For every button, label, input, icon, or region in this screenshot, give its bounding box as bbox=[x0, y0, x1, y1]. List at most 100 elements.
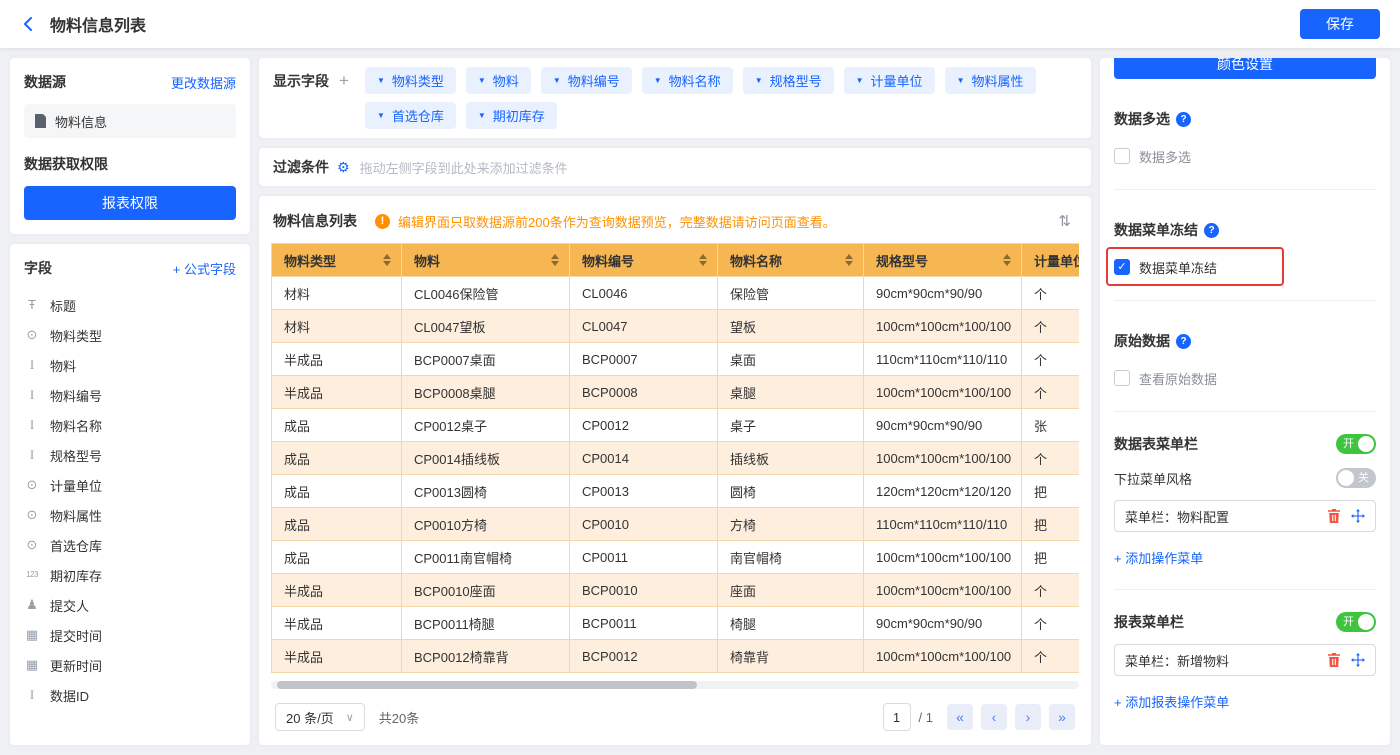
add-action-menu-link[interactable]: + 添加操作菜单 bbox=[1114, 548, 1203, 567]
color-settings-button[interactable]: 颜色设置 bbox=[1114, 58, 1376, 79]
column-header[interactable]: 物料 bbox=[401, 243, 570, 277]
add-formula-field-link[interactable]: + 公式字段 bbox=[173, 259, 236, 278]
field-item[interactable]: ▦ 更新时间 bbox=[24, 650, 236, 680]
sort-carets-icon[interactable] bbox=[1003, 254, 1011, 266]
datasource-item[interactable]: 物料信息 bbox=[24, 104, 236, 138]
select-field-icon: ⊙ bbox=[26, 537, 38, 552]
cell-material: CP0010方椅 bbox=[401, 507, 570, 541]
column-header[interactable]: 物料类型 bbox=[271, 243, 402, 277]
display-field-chip[interactable]: ▼ 计量单位 bbox=[843, 67, 935, 94]
table-row[interactable]: 半成品 BCP0007桌面 BCP0007 桌面 110cm*110cm*110… bbox=[271, 342, 1079, 376]
filter-dropzone-placeholder[interactable]: 拖动左侧字段到此处来添加过滤条件 bbox=[360, 158, 568, 177]
column-header[interactable]: 物料名称 bbox=[717, 243, 864, 277]
cell-unit: 把 bbox=[1021, 540, 1079, 574]
date-field-icon: ▦ bbox=[25, 627, 39, 642]
table-row[interactable]: 半成品 BCP0010座面 BCP0010 座面 100cm*100cm*100… bbox=[271, 573, 1079, 607]
field-item-label: 物料属性 bbox=[50, 508, 103, 524]
sort-carets-icon[interactable] bbox=[383, 254, 391, 266]
field-item[interactable]: Ŧ 标题 bbox=[24, 290, 236, 320]
cell-material-type: 半成品 bbox=[271, 375, 402, 409]
checkbox-checked[interactable]: ✓ bbox=[1114, 259, 1130, 275]
dropdown-style-toggle[interactable]: 关 bbox=[1336, 468, 1376, 488]
report-permission-button[interactable]: 报表权限 bbox=[24, 186, 236, 220]
checkbox-unchecked[interactable] bbox=[1114, 148, 1130, 164]
save-button[interactable]: 保存 bbox=[1300, 9, 1380, 39]
toggle-knob bbox=[1338, 470, 1354, 486]
field-item[interactable]: ♟ 提交人 bbox=[24, 590, 236, 620]
field-item[interactable]: ⊙ 计量单位 bbox=[24, 470, 236, 500]
report-menu-item[interactable]: 菜单栏：新增物料 bbox=[1114, 644, 1376, 676]
field-item[interactable]: 123 期初库存 bbox=[24, 560, 236, 590]
help-icon[interactable]: ? bbox=[1176, 111, 1191, 127]
table-row[interactable]: 材料 CL0047望板 CL0047 望板 100cm*100cm*100/10… bbox=[271, 309, 1079, 343]
table-row[interactable]: 半成品 BCP0008桌腿 BCP0008 桌腿 100cm*100cm*100… bbox=[271, 375, 1079, 409]
table-row[interactable]: 成品 CP0012桌子 CP0012 桌子 90cm*90cm*90/90 张 bbox=[271, 408, 1079, 442]
table-row[interactable]: 半成品 BCP0012椅靠背 BCP0012 椅靠背 100cm*100cm*1… bbox=[271, 639, 1079, 673]
display-field-chip[interactable]: ▼ 物料名称 bbox=[641, 67, 733, 94]
table-row[interactable]: 材料 CL0046保险管 CL0046 保险管 90cm*90cm*90/90 … bbox=[271, 276, 1079, 310]
report-menu-toggle[interactable]: 开 bbox=[1336, 612, 1376, 632]
table-row[interactable]: 成品 CP0010方椅 CP0010 方椅 110cm*110cm*110/11… bbox=[271, 507, 1079, 541]
cell-spec-model: 100cm*100cm*100/100 bbox=[863, 309, 1022, 343]
menu-freeze-checkbox[interactable]: ✓ 数据菜单冻结 bbox=[1114, 256, 1376, 278]
add-report-action-menu-link[interactable]: + 添加报表操作菜单 bbox=[1114, 692, 1229, 711]
add-display-field-button[interactable]: + bbox=[339, 71, 349, 91]
scrollbar-thumb[interactable] bbox=[277, 681, 698, 689]
checkbox-unchecked[interactable] bbox=[1114, 370, 1130, 386]
field-item[interactable]: I 物料 bbox=[24, 350, 236, 380]
table-row[interactable]: 成品 CP0011南官帽椅 CP0011 南官帽椅 100cm*100cm*10… bbox=[271, 540, 1079, 574]
sort-carets-icon[interactable] bbox=[699, 254, 707, 266]
back-button[interactable] bbox=[20, 15, 38, 33]
delete-icon[interactable] bbox=[1327, 509, 1341, 523]
field-item[interactable]: ⊙ 物料类型 bbox=[24, 320, 236, 350]
display-field-chip[interactable]: ▼ 首选仓库 bbox=[364, 102, 456, 129]
first-page-button[interactable]: « bbox=[947, 704, 973, 730]
gear-icon[interactable]: ⚙ bbox=[337, 159, 350, 176]
sort-carets-icon[interactable] bbox=[551, 254, 559, 266]
field-item[interactable]: ⊙ 物料属性 bbox=[24, 500, 236, 530]
table-menu-item[interactable]: 菜单栏：物料配置 bbox=[1114, 500, 1376, 532]
field-item[interactable]: I 物料编号 bbox=[24, 380, 236, 410]
table-row[interactable]: 半成品 BCP0011椅腿 BCP0011 椅腿 90cm*90cm*90/90… bbox=[271, 606, 1079, 640]
column-header[interactable]: 物料编号 bbox=[569, 243, 718, 277]
column-header[interactable]: 计量单位 bbox=[1021, 243, 1079, 277]
cell-material-name: 保险管 bbox=[717, 276, 864, 310]
sort-carets-icon[interactable] bbox=[845, 254, 853, 266]
display-field-chip[interactable]: ▼ 物料类型 bbox=[364, 67, 456, 94]
page-number-input[interactable]: 1 bbox=[882, 703, 911, 731]
table-menu-toggle[interactable]: 开 bbox=[1336, 434, 1376, 454]
delete-icon[interactable] bbox=[1327, 653, 1341, 667]
display-field-chip[interactable]: ▼ 物料属性 bbox=[944, 67, 1036, 94]
display-field-chip[interactable]: ▼ 规格型号 bbox=[742, 67, 834, 94]
left-sidebar: 数据源 更改数据源 物料信息 数据获取权限 报表权限 字段 + 公式字段 Ŧ 标… bbox=[10, 58, 250, 745]
field-item[interactable]: I 数据ID bbox=[24, 680, 236, 710]
move-icon[interactable] bbox=[1351, 509, 1365, 523]
horizontal-scrollbar[interactable] bbox=[271, 681, 1079, 689]
field-item[interactable]: I 规格型号 bbox=[24, 440, 236, 470]
field-item[interactable]: ⊙ 首选仓库 bbox=[24, 530, 236, 560]
prev-page-button[interactable]: ‹ bbox=[981, 704, 1007, 730]
table-row[interactable]: 成品 CP0013圆椅 CP0013 圆椅 120cm*120cm*120/12… bbox=[271, 474, 1079, 508]
help-icon[interactable]: ? bbox=[1176, 333, 1191, 349]
display-field-chip[interactable]: ▼ 物料编号 bbox=[540, 67, 632, 94]
raw-data-checkbox[interactable]: 查看原始数据 bbox=[1114, 367, 1376, 389]
field-item[interactable]: ▦ 提交时间 bbox=[24, 620, 236, 650]
page-size-select[interactable]: 20 条/页 ∨ bbox=[275, 703, 365, 731]
change-datasource-link[interactable]: 更改数据源 bbox=[171, 73, 236, 92]
field-item[interactable]: I 物料名称 bbox=[24, 410, 236, 440]
raw-data-checkbox-label: 查看原始数据 bbox=[1139, 371, 1218, 387]
move-icon[interactable] bbox=[1351, 653, 1365, 667]
display-field-chip[interactable]: ▼ 期初库存 bbox=[465, 102, 557, 129]
next-page-button[interactable]: › bbox=[1015, 704, 1041, 730]
column-header[interactable]: 规格型号 bbox=[863, 243, 1022, 277]
column-header-label: 物料类型 bbox=[284, 253, 337, 269]
sort-icon[interactable]: ⇅ bbox=[1052, 212, 1077, 230]
multi-select-checkbox[interactable]: 数据多选 bbox=[1114, 145, 1376, 167]
raw-data-title: 原始数据 bbox=[1114, 333, 1170, 349]
display-field-chip[interactable]: ▼ 物料 bbox=[465, 67, 531, 94]
last-page-button[interactable]: » bbox=[1049, 704, 1075, 730]
help-icon[interactable]: ? bbox=[1204, 222, 1219, 238]
cell-spec-model: 100cm*100cm*100/100 bbox=[863, 573, 1022, 607]
table-row[interactable]: 成品 CP0014插线板 CP0014 插线板 100cm*100cm*100/… bbox=[271, 441, 1079, 475]
field-item-label: 物料名称 bbox=[50, 418, 103, 434]
